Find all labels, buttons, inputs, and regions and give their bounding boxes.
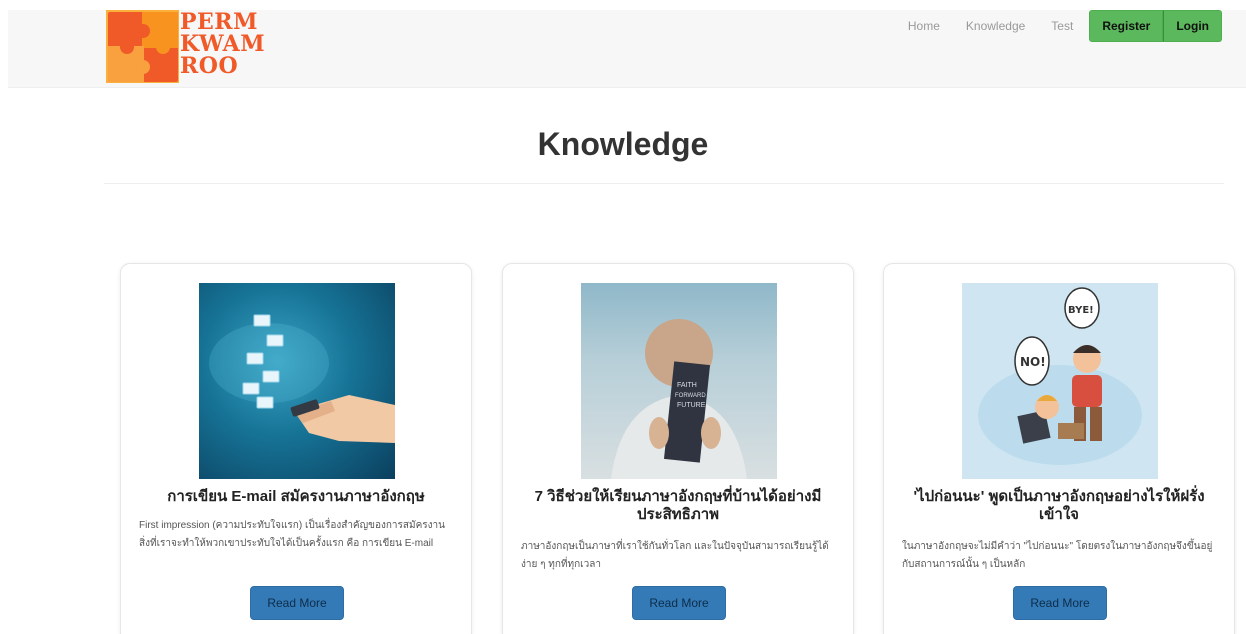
book-reader-image[interactable]: FAITH FORWARD FUTURE (581, 283, 777, 479)
title-divider (104, 183, 1224, 184)
read-more-button[interactable]: Read More (1013, 586, 1107, 620)
logo-line-1: PERM (180, 9, 258, 35)
article-card-study-home: FAITH FORWARD FUTURE 7 วิธีช่วยให้เรียนภ… (502, 263, 854, 634)
card-text: ในภาษาอังกฤษจะไม่มีคำว่า "ไปก่อนนะ" โดยต… (902, 541, 1213, 570)
page-title: Knowledge (537, 126, 709, 162)
no-bubble-text: NO! (1020, 355, 1046, 369)
logo-wordmark: PERM KWAM ROO (180, 11, 265, 77)
article-card-go-first: NO! BYE! 'ไปก่อนนะ' พูดเป็นภาษาอังกฤษอย่… (883, 263, 1235, 634)
article-card-email: การเขียน E-mail สมัครงานภาษาอังกฤษ First… (120, 263, 472, 634)
card-text: First impression (ความประทับใจแรก) เป็นเ… (139, 520, 446, 549)
read-more-button[interactable]: Read More (250, 586, 344, 620)
logo-line-2: KWAM (180, 31, 266, 57)
card-title: 7 วิธีช่วยให้เรียนภาษาอังกฤษที่บ้านได้อย… (534, 488, 822, 523)
nav-test-link[interactable]: Test (1051, 19, 1073, 33)
book-line-2: FORWARD (675, 393, 706, 399)
logo[interactable]: PERM KWAM ROO (106, 10, 286, 83)
logo-line-3: ROO (180, 53, 239, 79)
bye-bubble-text: BYE! (1068, 305, 1094, 316)
email-hand-image[interactable] (199, 283, 395, 479)
nav-knowledge-link[interactable]: Knowledge (966, 19, 1025, 33)
navbar: PERM KWAM ROO Home Knowledge Test Regist… (8, 10, 1246, 88)
nav-links: Home Knowledge Test Register Login (908, 10, 1222, 42)
book-line-1: FAITH (677, 382, 697, 389)
cartoon-conversation-image[interactable]: NO! BYE! (962, 283, 1158, 479)
login-button[interactable]: Login (1163, 10, 1222, 42)
register-button[interactable]: Register (1089, 10, 1164, 42)
nav-home-link[interactable]: Home (908, 19, 940, 33)
book-line-3: FUTURE (677, 402, 706, 409)
card-title: 'ไปก่อนนะ' พูดเป็นภาษาอังกฤษอย่างไรให้ฝร… (913, 488, 1205, 523)
card-title: การเขียน E-mail สมัครงานภาษาอังกฤษ (167, 488, 425, 505)
card-text: ภาษาอังกฤษเป็นภาษาที่เราใช้กันทั่วโลก แล… (521, 541, 829, 570)
read-more-button[interactable]: Read More (632, 586, 726, 620)
puzzle-logo-icon (106, 10, 179, 83)
